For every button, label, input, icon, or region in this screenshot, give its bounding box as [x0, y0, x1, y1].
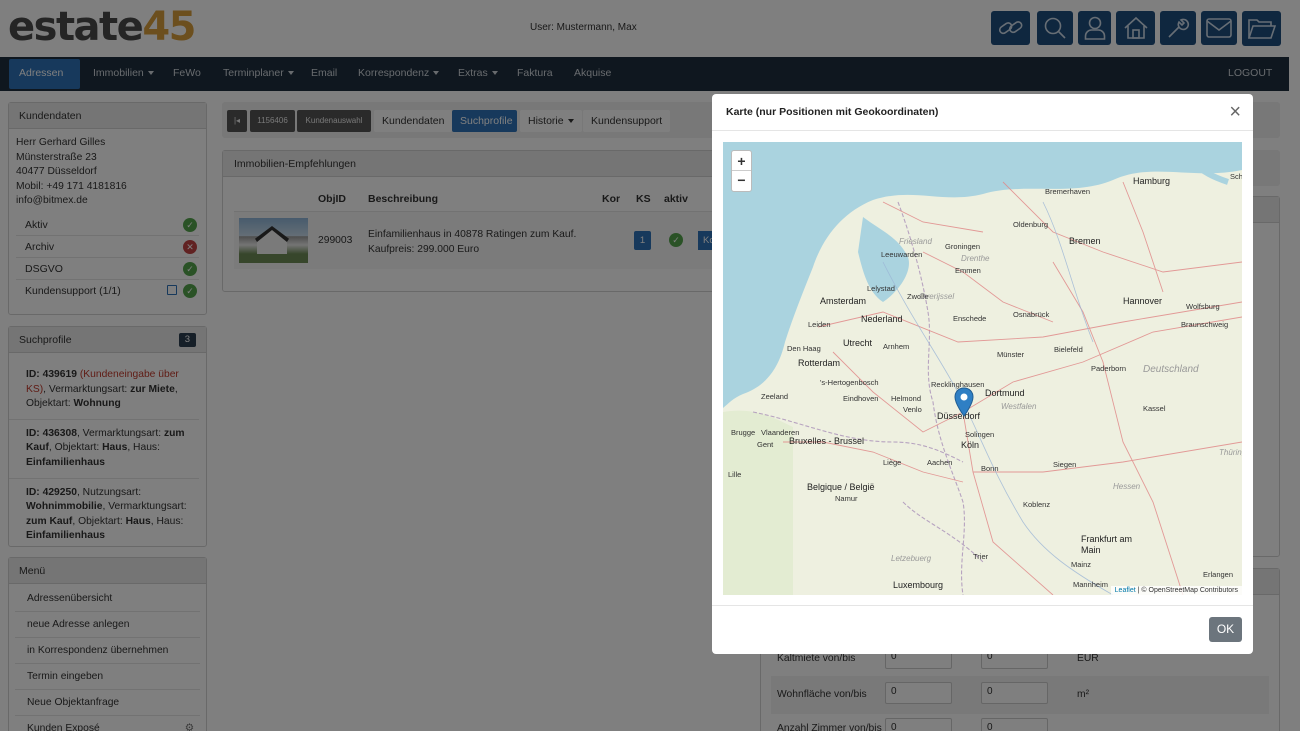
- map-label-lille: Lille: [728, 470, 742, 479]
- map-label-koblenz: Koblenz: [1023, 500, 1051, 509]
- map-label-braunschweig: Braunschweig: [1181, 320, 1229, 329]
- map-label-amsterdam: Amsterdam: [820, 296, 867, 306]
- map-label-drenthe: Drenthe: [961, 254, 990, 263]
- map-label-bonn: Bonn: [981, 464, 999, 473]
- map-label-zeeland: Zeeland: [761, 392, 789, 401]
- map-label-osnabrueck: Osnabrück: [1013, 310, 1050, 319]
- map-label-bremen: Bremen: [1069, 236, 1101, 246]
- map-label-brugge: Brugge: [731, 428, 756, 437]
- map-label-namur: Namur: [835, 494, 858, 503]
- map-label-rotterdam: Rotterdam: [798, 358, 841, 368]
- map-label-emmen: Emmen: [955, 266, 981, 275]
- map-label-koeln: Köln: [961, 440, 980, 450]
- map-label-leiden: Leiden: [808, 320, 831, 329]
- leaflet-map[interactable]: Hamburg Bremerhaven Oldenburg Bremen Gro…: [723, 142, 1242, 595]
- map-label-westfalen: Westfalen: [1001, 402, 1037, 411]
- map-label-bremerhaven: Bremerhaven: [1045, 187, 1091, 196]
- zoom-control: + −: [731, 150, 752, 192]
- map-label-belgique: Belgique / België: [807, 482, 875, 492]
- map-label-wolfsburg: Wolfsburg: [1186, 302, 1220, 311]
- map-label-nederland: Nederland: [861, 314, 903, 324]
- zoom-out-button[interactable]: −: [732, 171, 751, 191]
- map-label-dortmund: Dortmund: [985, 388, 1025, 398]
- map-label-kassel: Kassel: [1143, 404, 1166, 413]
- map-label-friesland: Friesland: [899, 237, 932, 246]
- map-label-solingen: Solingen: [965, 430, 995, 439]
- map-label-s-hertogenbosch: 's-Hertogenbosch: [820, 378, 879, 387]
- zoom-in-button[interactable]: +: [732, 151, 751, 171]
- map-label-sch: Sch: [1230, 172, 1242, 181]
- map-label-gent: Gent: [757, 440, 774, 449]
- map-label-arnhem: Arnhem: [883, 342, 910, 351]
- map-label-paderborn: Paderborn: [1091, 364, 1127, 373]
- map-label-luxembourg: Luxembourg: [893, 580, 944, 590]
- modal-title: Karte (nur Positionen mit Geokoordinaten…: [726, 106, 939, 118]
- map-label-liege: Liège: [883, 458, 902, 467]
- map-label-hamburg: Hamburg: [1133, 176, 1171, 186]
- map-label-mannheim: Mannheim: [1073, 580, 1109, 589]
- map-label-frankfurt: Frankfurt am Main: [1081, 534, 1133, 555]
- map-marker-icon[interactable]: [954, 387, 974, 417]
- map-label-thueringen: Thüring: [1219, 448, 1242, 457]
- leaflet-link[interactable]: Leaflet: [1115, 587, 1136, 594]
- map-label-venlo: Venlo: [903, 405, 922, 414]
- map-label-enschede: Enschede: [953, 314, 987, 323]
- map-label-trier: Trier: [973, 552, 989, 561]
- map-label-siegen: Siegen: [1053, 460, 1077, 469]
- map-label-helmond: Helmond: [891, 394, 922, 403]
- map-label-muenster: Münster: [997, 350, 1025, 359]
- map-label-lelystad: Lelystad: [867, 284, 895, 293]
- map-modal: Karte (nur Positionen mit Geokoordinaten…: [712, 94, 1253, 654]
- map-label-groningen: Groningen: [945, 242, 981, 251]
- map-label-aachen: Aachen: [927, 458, 953, 467]
- map-label-den-haag: Den Haag: [787, 344, 821, 353]
- map-label-overijssel: Overijssel: [919, 292, 955, 301]
- map-label-eindhoven: Eindhoven: [843, 394, 879, 403]
- map-attribution: Leaflet | © OpenStreetMap Contributors: [1110, 586, 1242, 595]
- map-label-deutschland: Deutschland: [1143, 364, 1199, 375]
- map-label-hessen: Hessen: [1113, 482, 1141, 491]
- map-label-bruxelles: Bruxelles - Brussel: [789, 436, 865, 446]
- map-label-hannover: Hannover: [1123, 296, 1163, 306]
- map-label-leeuwarden: Leeuwarden: [881, 250, 923, 259]
- map-label-bielefeld: Bielefeld: [1054, 345, 1083, 354]
- ok-button[interactable]: OK: [1209, 617, 1242, 642]
- map-label-erlangen: Erlangen: [1203, 570, 1234, 579]
- map-label-letzebuerg: Letzebuerg: [891, 554, 932, 563]
- map-label-mainz: Mainz: [1071, 560, 1092, 569]
- close-icon[interactable]: ×: [1229, 100, 1241, 124]
- map-label-oldenburg: Oldenburg: [1013, 220, 1049, 229]
- modal-divider: [712, 130, 1253, 131]
- map-label-utrecht: Utrecht: [843, 338, 873, 348]
- modal-footer-divider: [712, 605, 1253, 606]
